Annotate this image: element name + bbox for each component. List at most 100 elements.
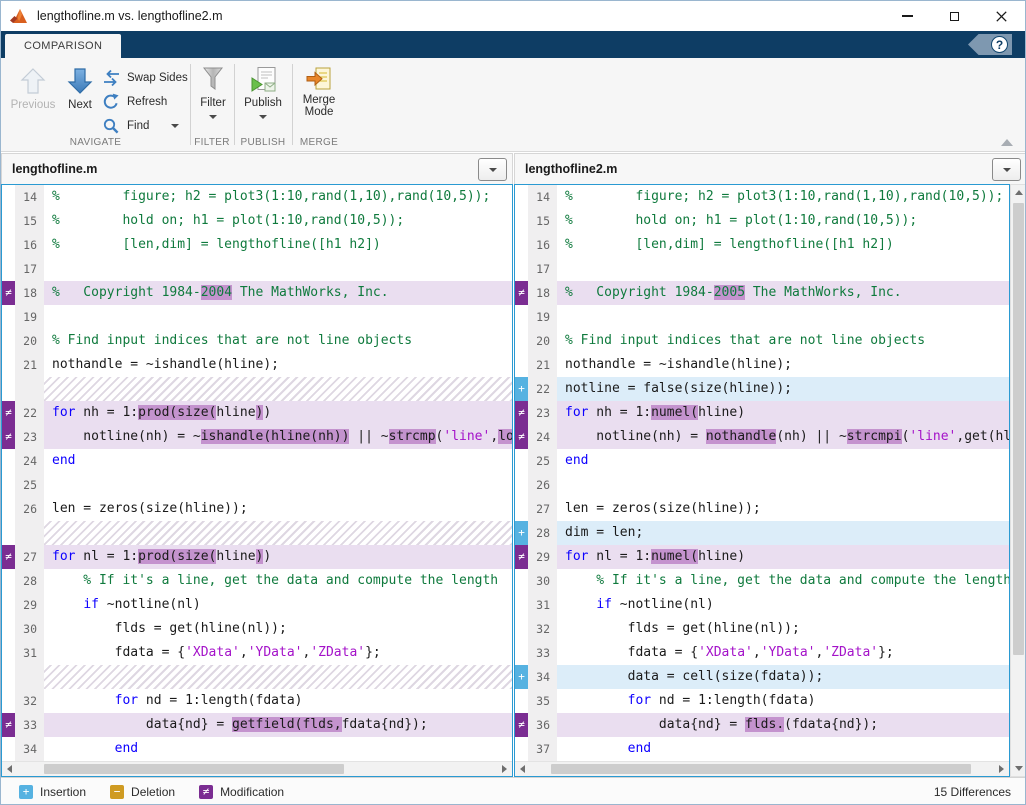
filter-funnel-icon	[201, 66, 225, 94]
gutter-marker	[2, 449, 15, 473]
line-number: 19	[15, 305, 44, 329]
publish-icon	[250, 66, 277, 94]
line-number: 22	[15, 401, 44, 425]
gutter-marker	[515, 593, 528, 617]
tab-comparison[interactable]: COMPARISON	[5, 34, 121, 58]
filter-button[interactable]: Filter	[192, 66, 234, 119]
right-pane-header: lengthofline2.m	[514, 153, 1026, 184]
line-number: 29	[15, 593, 44, 617]
code-row: 15% hold on; h1 = plot(1:10,rand(10,5));	[515, 209, 1009, 233]
line-number: 30	[528, 569, 557, 593]
gutter-marker	[515, 185, 528, 209]
code-row: 33 fdata = {'XData','YData','ZData'};	[515, 641, 1009, 665]
right-horizontal-scrollbar[interactable]	[515, 761, 1009, 776]
scroll-left-arrow[interactable]	[2, 762, 17, 776]
previous-label: Previous	[11, 99, 56, 111]
code-row: 27len = zeros(size(hline));	[515, 497, 1009, 521]
legend-modification: ≠ Modification	[199, 785, 284, 799]
code-row: 30 flds = get(hline(nl));	[2, 617, 512, 641]
line-number: 28	[528, 521, 557, 545]
diff-filler-row	[2, 521, 512, 545]
collapse-ribbon-button[interactable]	[1001, 139, 1013, 146]
code-row: +22notline = false(size(hline));	[515, 377, 1009, 401]
gutter-marker	[515, 641, 528, 665]
title-bar: lengthofline.m vs. lengthofline2.m	[1, 1, 1025, 31]
gutter-marker	[515, 257, 528, 281]
code-text	[44, 665, 512, 689]
code-row: 21nothandle = ~ishandle(hline);	[515, 353, 1009, 377]
line-number	[15, 521, 44, 545]
code-row: 29 if ~notline(nl)	[2, 593, 512, 617]
left-pane-dropdown-button[interactable]	[478, 158, 507, 181]
scrollbar-thumb[interactable]	[44, 764, 344, 774]
code-row: 26len = zeros(size(hline));	[2, 497, 512, 521]
line-number: 25	[528, 449, 557, 473]
scroll-right-arrow[interactable]	[994, 762, 1009, 776]
down-arrow-icon	[67, 66, 93, 96]
publish-dropdown-caret[interactable]	[259, 115, 267, 119]
previous-button[interactable]: Previous	[7, 66, 59, 111]
gutter-marker	[2, 185, 15, 209]
code-text: notline(nh) = nothandle(nh) || ~strcmpi(…	[557, 425, 1009, 449]
line-number: 16	[15, 233, 44, 257]
modification-marker: ≠	[515, 713, 528, 737]
merge-mode-button[interactable]: Merge Mode	[294, 66, 344, 118]
code-text: nothandle = ~ishandle(hline);	[557, 353, 1009, 377]
gutter-marker	[2, 377, 15, 401]
group-label-merge: MERGE	[292, 137, 346, 148]
status-bar: + Insertion − Deletion ≠ Modification 15…	[1, 777, 1025, 805]
code-row: 19	[2, 305, 512, 329]
scroll-up-arrow[interactable]	[1011, 185, 1026, 200]
close-button[interactable]	[978, 1, 1025, 31]
scroll-down-arrow[interactable]	[1011, 761, 1026, 776]
line-number: 33	[15, 713, 44, 737]
diff-filler-row	[2, 665, 512, 689]
insertion-marker: +	[515, 521, 528, 545]
publish-button[interactable]: Publish	[237, 66, 289, 119]
code-row: 32 for nd = 1:length(fdata)	[2, 689, 512, 713]
code-text: end	[557, 737, 1009, 761]
scroll-left-arrow[interactable]	[515, 762, 530, 776]
code-text: if ~notline(nl)	[557, 593, 1009, 617]
code-text: % If it's a line, get the data and compu…	[557, 569, 1009, 593]
code-text: for nd = 1:length(fdata)	[557, 689, 1009, 713]
toolbar-separator	[190, 64, 191, 145]
code-text: data{nd} = getfield(flds,fdata{nd});	[44, 713, 512, 737]
gutter-marker	[2, 497, 15, 521]
gutter-marker	[2, 617, 15, 641]
line-number: 15	[15, 209, 44, 233]
toolbar-separator	[234, 64, 235, 145]
vertical-scrollbar[interactable]	[1010, 184, 1026, 777]
code-text	[44, 305, 512, 329]
code-row: 15% hold on; h1 = plot(1:10,rand(10,5));	[2, 209, 512, 233]
code-row: 31 fdata = {'XData','YData','ZData'};	[2, 641, 512, 665]
scrollbar-thumb[interactable]	[551, 764, 971, 774]
left-horizontal-scrollbar[interactable]	[2, 761, 512, 776]
difference-count: 15 Differences	[934, 785, 1011, 799]
scroll-right-arrow[interactable]	[497, 762, 512, 776]
gutter-marker	[515, 353, 528, 377]
line-number: 34	[528, 665, 557, 689]
filter-dropdown-caret[interactable]	[209, 115, 217, 119]
code-row: 20% Find input indices that are not line…	[2, 329, 512, 353]
code-text	[44, 521, 512, 545]
merge-icon	[306, 66, 332, 93]
swap-sides-button[interactable]: Swap Sides	[101, 66, 188, 90]
line-number: 26	[15, 497, 44, 521]
scrollbar-thumb[interactable]	[1013, 203, 1024, 655]
maximize-button[interactable]	[931, 1, 978, 31]
legend-modification-label: Modification	[220, 785, 284, 799]
line-number: 17	[528, 257, 557, 281]
modification-marker: ≠	[2, 281, 15, 305]
line-number: 20	[15, 329, 44, 353]
find-button[interactable]: Find	[101, 114, 188, 138]
gutter-marker	[2, 665, 15, 689]
help-button[interactable]: ?	[968, 34, 1012, 55]
next-button[interactable]: Next	[61, 66, 99, 111]
right-pane-dropdown-button[interactable]	[992, 158, 1021, 181]
find-dropdown-caret[interactable]	[171, 124, 179, 128]
line-number: 21	[528, 353, 557, 377]
minimize-button[interactable]	[884, 1, 931, 31]
refresh-button[interactable]: Refresh	[101, 90, 188, 114]
code-row: ≠18% Copyright 1984-2005 The MathWorks, …	[515, 281, 1009, 305]
